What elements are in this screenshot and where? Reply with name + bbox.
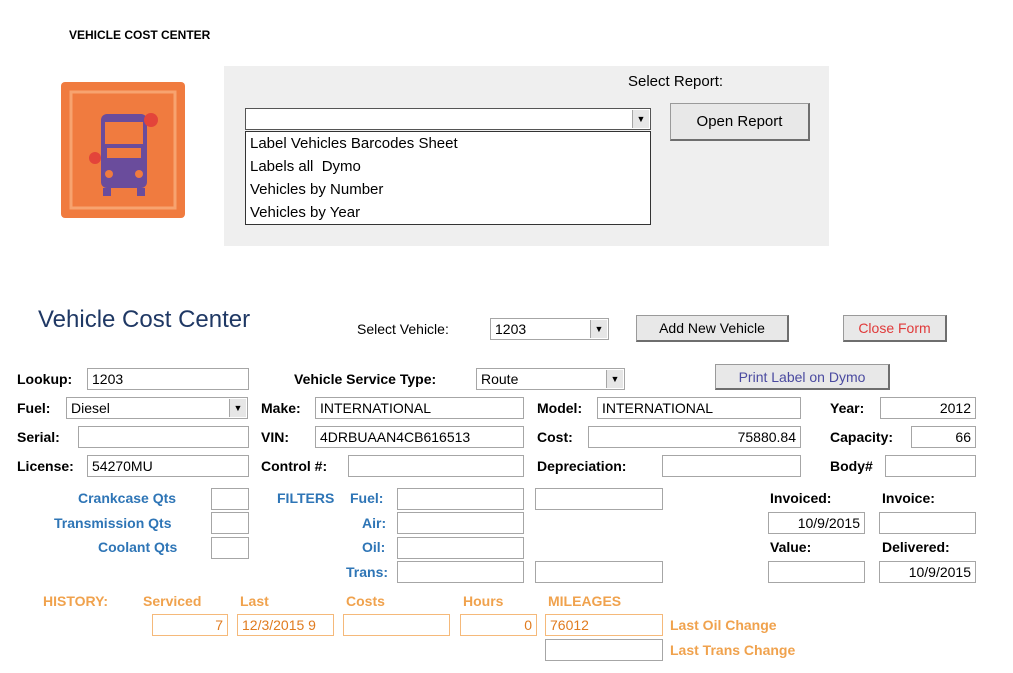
body-label: Body# (830, 458, 873, 474)
trans-filter-extra-field[interactable] (535, 561, 663, 583)
license-label: License: (17, 458, 74, 474)
vin-field[interactable]: 4DRBUAAN4CB616513 (315, 426, 524, 448)
lookup-field[interactable]: 1203 (87, 368, 249, 390)
oil-filter-field[interactable] (397, 537, 524, 559)
coolant-label: Coolant Qts (98, 539, 178, 555)
print-label-dymo-button[interactable]: Print Label on Dymo (715, 364, 890, 390)
make-field[interactable]: INTERNATIONAL (315, 397, 524, 419)
hours-field[interactable]: 0 (460, 614, 537, 636)
air-filter-field[interactable] (397, 512, 524, 534)
costs-field[interactable] (343, 614, 450, 636)
chevron-down-icon[interactable]: ▼ (590, 320, 607, 338)
fuel-filter-label: Fuel: (350, 490, 384, 506)
chevron-down-icon[interactable]: ▼ (632, 110, 649, 128)
fuel-value: Diesel (71, 400, 110, 416)
serial-field[interactable] (78, 426, 249, 448)
service-type-label: Vehicle Service Type: (294, 371, 437, 387)
invoiced-field[interactable]: 10/9/2015 (768, 512, 865, 534)
open-report-button[interactable]: Open Report (670, 103, 810, 141)
make-label: Make: (261, 400, 301, 416)
cost-field[interactable]: 75880.84 (588, 426, 801, 448)
year-label: Year: (830, 400, 865, 416)
dropdown-option[interactable]: Vehicles by Year (250, 204, 360, 221)
last-trans-mileage-field[interactable] (545, 639, 663, 661)
select-vehicle-combo[interactable]: 1203 ▼ (490, 318, 609, 340)
oil-filter-label: Oil: (362, 539, 386, 555)
last-oil-mileage-field[interactable]: 76012 (545, 614, 663, 636)
dropdown-option[interactable]: Label Vehicles Barcodes Sheet (250, 135, 458, 152)
vin-label: VIN: (261, 429, 289, 445)
last-oil-change-label: Last Oil Change (670, 617, 777, 633)
transmission-field[interactable] (211, 512, 249, 534)
transmission-label: Transmission Qts (54, 515, 172, 531)
fuel-filter-field[interactable] (397, 488, 524, 510)
year-field[interactable]: 2012 (880, 397, 976, 419)
close-form-button[interactable]: Close Form (843, 315, 947, 342)
control-field[interactable] (348, 455, 524, 477)
trans-filter-field[interactable] (397, 561, 524, 583)
add-new-vehicle-button[interactable]: Add New Vehicle (636, 315, 789, 342)
coolant-field[interactable] (211, 537, 249, 559)
chevron-down-icon[interactable]: ▼ (606, 370, 623, 388)
page-title: VEHICLE COST CENTER (69, 28, 211, 42)
chevron-down-icon[interactable]: ▼ (229, 399, 246, 417)
crankcase-label: Crankcase Qts (78, 490, 177, 506)
depreciation-field[interactable] (662, 455, 801, 477)
body-field[interactable] (885, 455, 976, 477)
last-serviced-field[interactable]: 12/3/2015 9 (237, 614, 334, 636)
value-label: Value: (770, 539, 812, 555)
filters-label: FILTERS (277, 490, 335, 506)
capacity-field[interactable]: 66 (911, 426, 976, 448)
select-vehicle-value: 1203 (495, 321, 527, 337)
select-vehicle-label: Select Vehicle: (357, 321, 449, 337)
license-field[interactable]: 54270MU (87, 455, 249, 477)
select-report-label: Select Report: (628, 73, 724, 90)
report-select[interactable]: ▼ (245, 108, 651, 130)
depreciation-label: Depreciation: (537, 458, 627, 474)
invoiced-label: Invoiced: (770, 490, 832, 506)
last-trans-change-label: Last Trans Change (670, 642, 796, 658)
service-type-combo[interactable]: Route ▼ (476, 368, 625, 390)
trans-filter-label: Trans: (346, 564, 389, 580)
serviced-field[interactable]: 7 (152, 614, 228, 636)
report-dropdown-list: Label Vehicles Barcodes Sheet Labels all… (245, 131, 651, 225)
last-label: Last (240, 593, 269, 609)
mileages-label: MILEAGES (548, 593, 622, 609)
crankcase-field[interactable] (211, 488, 249, 510)
hours-label: Hours (463, 593, 504, 609)
value-field[interactable] (768, 561, 865, 583)
invoice-label: Invoice: (882, 490, 935, 506)
fuel-combo[interactable]: Diesel ▼ (66, 397, 248, 419)
capacity-label: Capacity: (830, 429, 894, 445)
service-type-value: Route (481, 371, 519, 387)
dropdown-option[interactable]: Labels all Dymo (250, 158, 361, 175)
air-filter-label: Air: (362, 515, 387, 531)
costs-label: Costs (346, 593, 385, 609)
form-title: Vehicle Cost Center (38, 306, 251, 333)
serviced-label: Serviced (143, 593, 202, 609)
fuel-filter-extra-field[interactable] (535, 488, 663, 510)
invoice-field[interactable] (879, 512, 976, 534)
school-bus-icon (61, 82, 185, 218)
history-label: HISTORY: (43, 593, 109, 609)
serial-label: Serial: (17, 429, 60, 445)
lookup-label: Lookup: (17, 371, 73, 387)
model-label: Model: (537, 400, 583, 416)
model-field[interactable]: INTERNATIONAL (597, 397, 801, 419)
dropdown-option[interactable]: Vehicles by Number (250, 181, 383, 198)
fuel-label: Fuel: (17, 400, 51, 416)
delivered-field[interactable]: 10/9/2015 (879, 561, 976, 583)
delivered-label: Delivered: (882, 539, 950, 555)
cost-label: Cost: (537, 429, 573, 445)
control-label: Control #: (261, 458, 328, 474)
